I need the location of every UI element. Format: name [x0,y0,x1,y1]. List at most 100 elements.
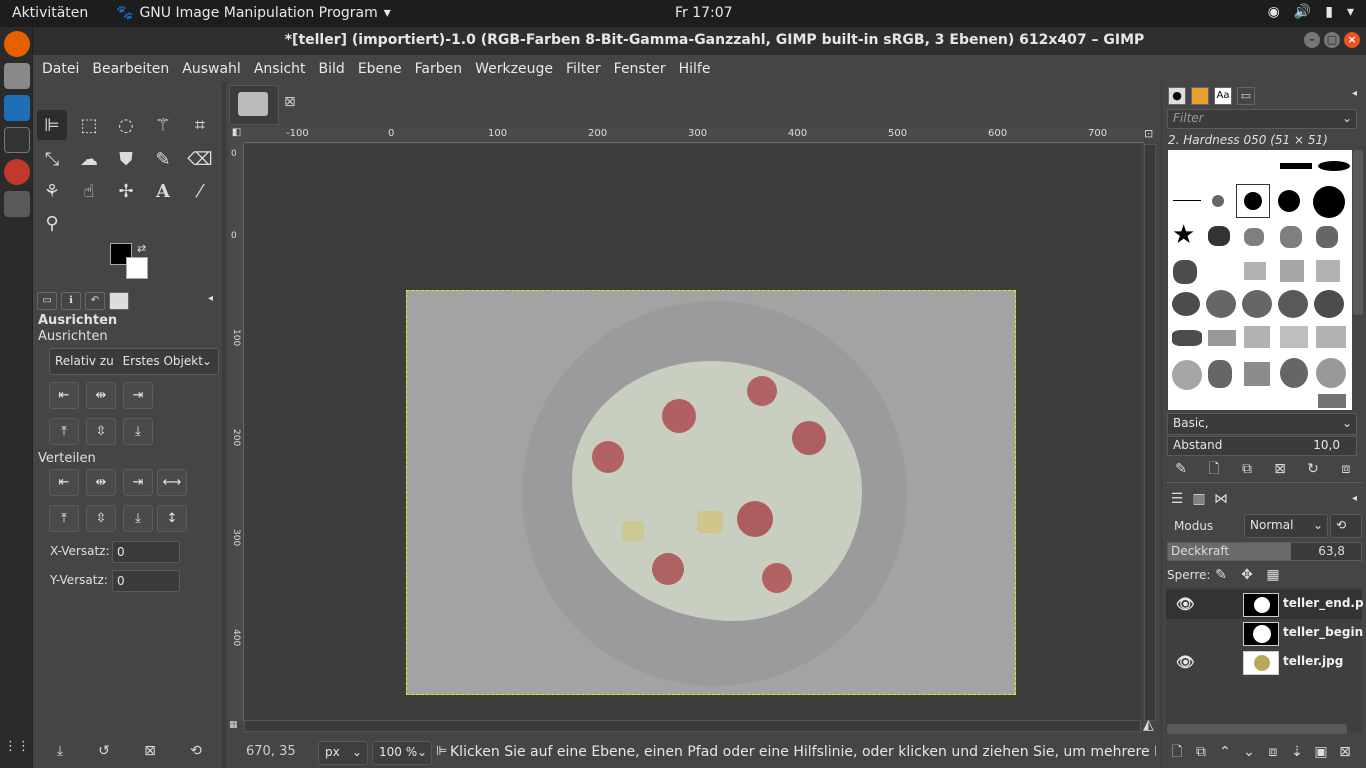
brush-item[interactable] [1280,163,1312,169]
eye-icon[interactable]: 👁 [1176,653,1195,671]
brush-item[interactable] [1242,290,1272,318]
menu-hilfe[interactable]: Hilfe [679,61,711,77]
brush-item[interactable] [1173,260,1197,284]
brush-item[interactable] [1208,360,1232,388]
brush-item[interactable] [1208,226,1230,246]
brush-item[interactable] [1278,190,1300,212]
distribute-vertical-button[interactable]: ↕ [157,505,187,532]
close-tab-icon[interactable]: ⊠ [284,94,296,110]
panel-menu-icon[interactable]: ◂ [1352,88,1357,99]
relative-to-select[interactable]: Relativ zu Erstes Objekt ⌄ [49,348,219,375]
brushes-tab-icon[interactable]: ● [1168,87,1186,105]
paintbrush-icon[interactable]: ✎ [148,144,178,174]
rect-select-icon[interactable]: ⬚ [74,110,104,140]
layer-name[interactable]: teller_begin.png [1283,625,1363,639]
brush-item[interactable] [1316,260,1340,282]
y-offset-input[interactable]: 0 [112,570,180,592]
save-options-icon[interactable]: ⤓ [49,740,71,762]
distribute-bottom-button[interactable]: ⤓ [123,505,153,532]
crop-icon[interactable]: ⌗ [185,110,215,140]
edit-brush-icon[interactable]: ✎ [1170,458,1192,480]
paths-tab-icon[interactable]: ⋈ [1210,488,1232,510]
panel-menu-icon[interactable]: ◂ [1352,493,1357,504]
brush-item[interactable] [1316,326,1346,348]
brush-item[interactable] [1318,394,1346,408]
lock-pixels-icon[interactable]: ✎ [1210,564,1232,586]
brush-item[interactable] [1280,358,1308,388]
zoom-to-fit-icon[interactable]: ⊡ [1144,127,1156,143]
quick-mask-corner-icon[interactable]: ◧ [229,127,244,143]
distribute-right-button[interactable]: ⇥ [123,469,153,496]
navigate-icon[interactable]: ▦ [229,720,243,732]
brush-item[interactable] [1313,186,1345,218]
menu-fenster[interactable]: Fenster [614,61,666,77]
device-status-tab-icon[interactable]: ℹ [61,292,81,310]
vscode-icon[interactable] [4,95,30,121]
menu-bild[interactable]: Bild [319,61,345,77]
image-canvas[interactable] [406,290,1016,695]
delete-brush-icon[interactable]: ⊠ [1269,458,1291,480]
menu-bearbeiten[interactable]: Bearbeiten [92,61,169,77]
image-tab[interactable] [229,85,279,125]
tool-options-tab-icon[interactable]: ▭ [37,292,57,310]
brush-item[interactable] [1208,330,1236,346]
color-picker-icon[interactable]: ⁄ [185,176,215,206]
zoom-select[interactable]: 100 % ⌄ [372,741,432,765]
brush-filter-input[interactable]: Filter ⌄ [1167,109,1357,129]
reset-options-icon[interactable]: ⟲ [185,740,207,762]
distribute-left-button[interactable]: ⇤ [49,469,79,496]
swap-colors-icon[interactable]: ⇄ [137,242,146,255]
navigate-arrow-icon[interactable]: ◭ [1143,717,1154,733]
delete-layer-icon[interactable]: ⊠ [1334,741,1356,763]
menu-filter[interactable]: Filter [566,61,601,77]
system-tray[interactable]: ◉ 🔊 ▮ ▾ [1268,4,1354,20]
brush-item[interactable] [1244,362,1270,386]
horizontal-scrollbar[interactable] [244,720,1141,732]
brush-item[interactable] [1244,326,1270,348]
channels-tab-icon[interactable]: ▥ [1188,488,1210,510]
align-top-edge-button[interactable]: ⤒ [49,418,79,445]
brush-item[interactable] [1314,290,1344,318]
align-right-edge-button[interactable]: ⇥ [123,382,153,409]
background-color[interactable] [126,257,148,279]
delete-options-icon[interactable]: ⊠ [139,740,161,762]
panel-menu-icon[interactable]: ◂ [208,293,213,304]
unit-select[interactable]: px ⌄ [318,741,368,765]
paths-icon[interactable]: ✢ [111,176,141,206]
layer-name[interactable]: teller_end.png [1283,596,1363,610]
layers-hscrollbar[interactable] [1167,724,1347,734]
brush-item[interactable] [1318,161,1350,171]
close-button[interactable]: × [1344,32,1360,48]
menu-ansicht[interactable]: Ansicht [254,61,306,77]
open-brush-icon[interactable]: ⧈ [1335,458,1357,480]
brush-item[interactable] [1173,200,1201,201]
menu-auswahl[interactable]: Auswahl [182,61,241,77]
magic-wand-icon[interactable]: ⚚ [148,110,178,140]
distribute-center-h-button[interactable]: ⇹ [86,469,116,496]
brush-item[interactable] [1280,226,1302,248]
horizontal-ruler[interactable]: -100 0 100 200 300 400 500 600 700 [244,127,1144,143]
brush-item[interactable] [1280,260,1304,282]
duplicate-brush-icon[interactable]: ⧉ [1236,458,1258,480]
distribute-middle-v-button[interactable]: ⇳ [86,505,116,532]
maximize-button[interactable]: □ [1324,32,1340,48]
new-layer-icon[interactable]: 🗋 [1166,741,1188,763]
brush-item[interactable] [1212,195,1224,207]
layer-mode-select[interactable]: Normal ⌄ [1244,514,1328,538]
spacing-slider[interactable]: Abstand 10,0 [1167,436,1357,456]
restore-options-icon[interactable]: ↺ [93,740,115,762]
clock[interactable]: Fr 17:07 [675,5,733,21]
opacity-slider[interactable]: Deckkraft 63,8 [1167,542,1362,561]
eraser-icon[interactable]: ⌫ [185,144,215,174]
distribute-top-button[interactable]: ⤒ [49,505,79,532]
images-tab-icon[interactable]: ▣ [109,292,129,310]
transform-icon[interactable]: ⤡ [37,144,67,174]
brush-item[interactable] [1244,228,1264,246]
gimp-dock-icon[interactable] [4,191,30,217]
lasso-icon[interactable]: ◌ [111,110,141,140]
star-brush-icon[interactable]: ★ [1172,220,1195,250]
text-tool-icon[interactable]: A [148,176,178,206]
new-layer-group-icon[interactable]: ⧉ [1190,741,1212,763]
mode-switch-button[interactable]: ⟲ [1330,514,1362,538]
brush-item[interactable] [1316,358,1346,388]
